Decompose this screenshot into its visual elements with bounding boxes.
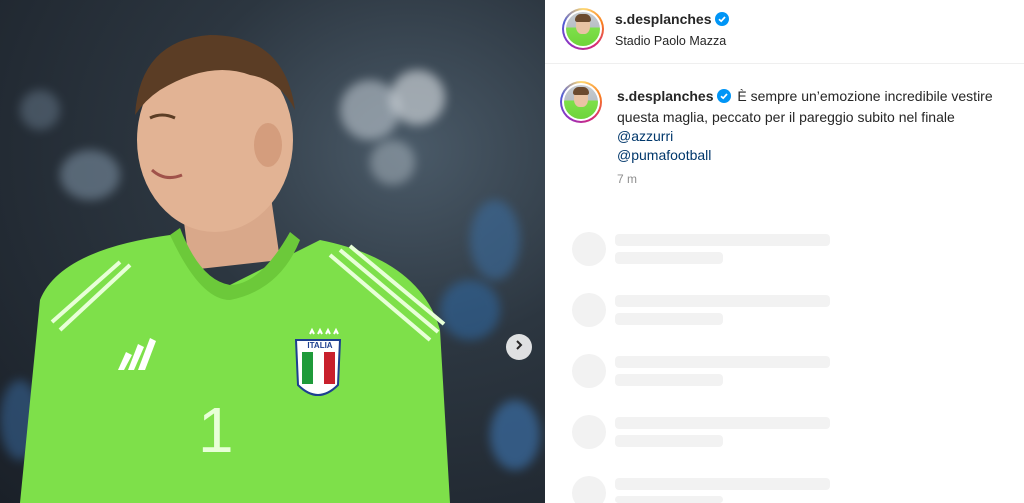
author-avatar[interactable] [562,8,604,50]
skeleton-avatar [572,232,606,266]
post-location[interactable]: Stadio Paolo Mazza [615,34,726,48]
author-username[interactable]: s.desplanches [615,11,712,27]
skeleton-avatar [572,354,606,388]
jersey-italia-text: ITALIA [307,341,333,350]
skeleton-avatar [572,293,606,327]
skeleton-line [615,374,723,386]
jersey-number: 1 [198,394,234,466]
player-illustration [20,35,450,503]
skeleton-line [615,356,830,368]
verified-badge-icon [716,89,731,108]
skeleton-line [615,234,830,246]
next-photo-button[interactable] [506,334,532,360]
post-side-panel: s.desplanches Stadio Paolo Mazza s.despl… [545,0,1024,503]
chevron-right-icon [513,338,525,356]
post-header: s.desplanches Stadio Paolo Mazza [545,0,1024,64]
skeleton-line [615,435,723,447]
mention-azzurri[interactable]: @azzurri [617,128,673,144]
caption-text: s.desplanches È sempre un’emozione incre… [617,87,1017,165]
mention-pumafootball[interactable]: @pumafootball [617,147,711,163]
header-username-row: s.desplanches [615,11,729,31]
caption-line-1: È sempre un’emozione incredibile vestire [737,88,993,104]
caption-username[interactable]: s.desplanches [617,88,714,104]
skeleton-line [615,478,830,490]
post-photo[interactable]: ITALIA 1 [0,0,545,503]
caption-avatar[interactable] [560,81,602,123]
skeleton-avatar [572,415,606,449]
verified-badge-icon [714,12,729,31]
skeleton-line [615,295,830,307]
instagram-post-view: ITALIA 1 s.desplanches Stadio Paolo Mazz… [0,0,1024,503]
skeleton-line [615,252,723,264]
post-timestamp[interactable]: 7 m [617,172,637,186]
skeleton-line [615,496,723,503]
caption-line-2: questa maglia, peccato per il pareggio s… [617,109,955,125]
skeleton-line [615,313,723,325]
skeleton-line [615,417,830,429]
skeleton-avatar [572,476,606,503]
